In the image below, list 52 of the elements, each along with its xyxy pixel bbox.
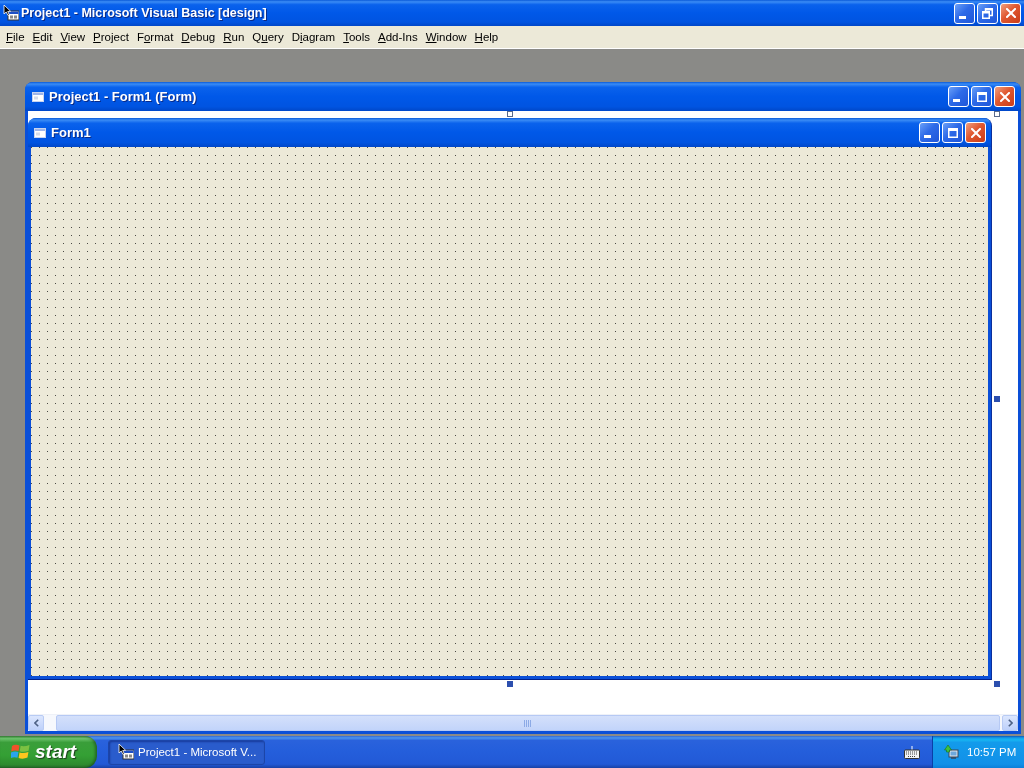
menu-item[interactable]: Diagram bbox=[287, 29, 340, 45]
menu-item[interactable]: Help bbox=[470, 29, 503, 45]
menu-item[interactable]: Edit bbox=[28, 29, 57, 45]
form-title: Form1 bbox=[51, 125, 91, 140]
keyboard-icon[interactable] bbox=[904, 745, 920, 759]
flag-icon bbox=[11, 743, 30, 761]
menu-item[interactable]: Debug bbox=[177, 29, 220, 45]
designer-window-title: Project1 - Form1 (Form) bbox=[49, 89, 197, 104]
menu-item[interactable]: Add-Ins bbox=[374, 29, 422, 45]
close-button[interactable] bbox=[965, 122, 986, 143]
restore-button[interactable] bbox=[977, 2, 998, 24]
maximize-button[interactable] bbox=[971, 86, 992, 107]
restore-icon bbox=[982, 7, 993, 19]
menu-item[interactable]: File bbox=[2, 29, 29, 45]
window-cursor-icon bbox=[3, 5, 19, 21]
minimize-button[interactable] bbox=[948, 86, 969, 107]
close-button[interactable] bbox=[994, 86, 1015, 107]
close-icon bbox=[970, 127, 981, 138]
menu-item[interactable]: Run bbox=[219, 29, 249, 45]
close-icon bbox=[999, 91, 1010, 102]
menu-item[interactable]: Tools bbox=[339, 29, 375, 45]
chevron-left-icon bbox=[33, 719, 39, 727]
minimize-icon bbox=[952, 99, 960, 102]
minimize-icon bbox=[923, 135, 931, 138]
maximize-icon bbox=[947, 127, 958, 138]
scroll-left-button[interactable] bbox=[28, 715, 44, 731]
window-title: Project1 - Microsoft Visual Basic [design] bbox=[21, 6, 267, 20]
minimize-button[interactable] bbox=[919, 122, 940, 143]
menu-item[interactable]: Project bbox=[89, 29, 133, 45]
menu-item[interactable]: View bbox=[56, 29, 90, 45]
minimize-icon bbox=[958, 15, 966, 19]
menu-item[interactable]: Window bbox=[421, 29, 471, 45]
menu-item[interactable]: Query bbox=[248, 29, 288, 45]
minimize-button[interactable] bbox=[954, 2, 975, 24]
network-icon[interactable] bbox=[944, 744, 960, 760]
resize-handle[interactable] bbox=[994, 396, 1000, 402]
grip-icon bbox=[524, 719, 532, 727]
maximize-icon bbox=[976, 91, 987, 102]
chevron-right-icon bbox=[1007, 719, 1013, 727]
scroll-right-button[interactable] bbox=[1002, 715, 1018, 731]
window-icon bbox=[32, 91, 44, 102]
resize-handle[interactable] bbox=[994, 111, 1000, 117]
taskbar-button[interactable]: Project1 - Microsoft V... bbox=[108, 739, 265, 765]
resize-handle[interactable] bbox=[994, 681, 1000, 687]
close-icon bbox=[1005, 8, 1016, 18]
menu-item[interactable]: Format bbox=[132, 29, 178, 45]
window-icon bbox=[34, 127, 46, 138]
window-cursor-icon bbox=[118, 744, 134, 760]
resize-handle[interactable] bbox=[507, 111, 513, 117]
resize-handle[interactable] bbox=[507, 681, 513, 687]
close-button[interactable] bbox=[1000, 2, 1021, 24]
maximize-button[interactable] bbox=[942, 122, 963, 143]
